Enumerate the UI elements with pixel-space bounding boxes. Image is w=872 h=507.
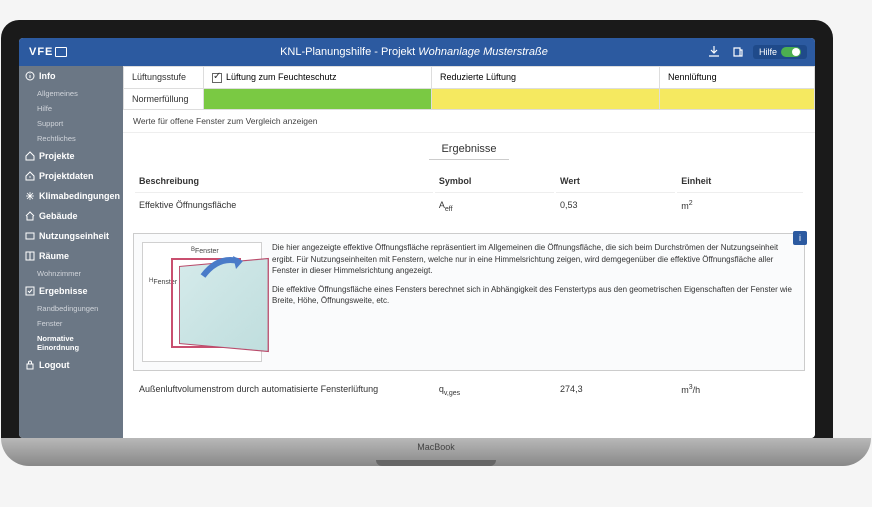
info-icon bbox=[25, 71, 35, 81]
tab-nenn[interactable]: Nennlüftung bbox=[660, 67, 815, 89]
tab-reduziert[interactable]: Reduzierte Lüftung bbox=[432, 67, 660, 89]
sidebar-sub-fenster[interactable]: Fenster bbox=[19, 316, 123, 331]
results-table: Beschreibung Symbol Wert Einheit Effekti… bbox=[133, 168, 805, 220]
sidebar-item-projekte[interactable]: Projekte bbox=[19, 146, 123, 166]
sidebar-item-projektdaten[interactable]: Projektdaten bbox=[19, 166, 123, 186]
room-icon bbox=[25, 251, 35, 261]
unit-icon bbox=[25, 231, 35, 241]
lock-icon bbox=[25, 360, 35, 370]
sidebar-sub-hilfe[interactable]: Hilfe bbox=[19, 101, 123, 116]
sidebar-item-logout[interactable]: Logout bbox=[19, 355, 123, 375]
sidebar-sub-normative[interactable]: Normative Einordnung bbox=[19, 331, 123, 355]
sidebar-item-info[interactable]: Info bbox=[19, 66, 123, 86]
house-info-icon bbox=[25, 171, 35, 181]
sidebar: Info Allgemeines Hilfe Support Rechtlich… bbox=[19, 66, 123, 438]
sidebar-sub-wohnzimmer[interactable]: Wohnzimmer bbox=[19, 266, 123, 281]
col-wert: Wert bbox=[556, 170, 675, 193]
row-label-stufe: Lüftungsstufe bbox=[124, 67, 204, 89]
window-diagram: BFenster HFenster Öffnungsweite bbox=[142, 242, 262, 362]
sidebar-sub-allgemeines[interactable]: Allgemeines bbox=[19, 86, 123, 101]
sidebar-sub-support[interactable]: Support bbox=[19, 116, 123, 131]
status-bar-yellow bbox=[432, 88, 660, 109]
app-header: VFE KNL-Planungshilfe - Projekt Wohnanla… bbox=[19, 38, 815, 66]
help-toggle[interactable]: Hilfe bbox=[753, 45, 807, 59]
status-bar-yellow-2 bbox=[660, 88, 815, 109]
sidebar-item-gebaeude[interactable]: Gebäude bbox=[19, 206, 123, 226]
compare-toggle[interactable]: Werte für offene Fenster zum Vergleich a… bbox=[123, 110, 815, 133]
checkbox-on-icon bbox=[212, 73, 222, 83]
sidebar-item-ergebnisse[interactable]: Ergebnisse bbox=[19, 281, 123, 301]
col-symbol: Symbol bbox=[435, 170, 554, 193]
col-einheit: Einheit bbox=[677, 170, 803, 193]
col-beschreibung: Beschreibung bbox=[135, 170, 433, 193]
info-text: Die hier angezeigte effektive Öffnungsfl… bbox=[272, 242, 796, 362]
table-row: Effektive Öffnungsfläche Aeff 0,53 m2 bbox=[135, 195, 803, 218]
sidebar-item-nutzung[interactable]: Nutzungseinheit bbox=[19, 226, 123, 246]
sidebar-item-klima[interactable]: Klimabedingungen bbox=[19, 186, 123, 206]
info-panel: i BFenster HFenster Öffnungsweite Die hi… bbox=[133, 233, 805, 371]
page-title: KNL-Planungshilfe - Projekt Wohnanlage M… bbox=[123, 46, 705, 58]
ventilation-tabs: Lüftungsstufe Lüftung zum Feuchteschutz … bbox=[123, 66, 815, 110]
brand-logo: VFE bbox=[19, 46, 123, 58]
toggle-on-icon bbox=[781, 47, 801, 57]
row-label-norm: Normerfüllung bbox=[124, 88, 204, 109]
main-content: Lüftungsstufe Lüftung zum Feuchteschutz … bbox=[123, 66, 815, 438]
building-icon bbox=[25, 211, 35, 221]
home-icon bbox=[25, 151, 35, 161]
check-icon bbox=[25, 286, 35, 296]
airflow-arrow-icon bbox=[198, 251, 248, 281]
logo-icon bbox=[55, 47, 67, 57]
sidebar-sub-randbedingungen[interactable]: Randbedingungen bbox=[19, 301, 123, 316]
snowflake-icon bbox=[25, 191, 35, 201]
export-icon[interactable] bbox=[729, 44, 747, 60]
status-bar-green bbox=[204, 88, 432, 109]
info-icon-button[interactable]: i bbox=[793, 231, 807, 245]
tab-feuchteschutz[interactable]: Lüftung zum Feuchteschutz bbox=[204, 67, 432, 89]
sidebar-sub-rechtliches[interactable]: Rechtliches bbox=[19, 131, 123, 146]
download-icon[interactable] bbox=[705, 44, 723, 60]
table-row: Außenluftvolumenstrom durch automatisier… bbox=[135, 379, 803, 402]
sidebar-item-raeume[interactable]: Räume bbox=[19, 246, 123, 266]
results-heading: Ergebnisse bbox=[429, 133, 509, 160]
